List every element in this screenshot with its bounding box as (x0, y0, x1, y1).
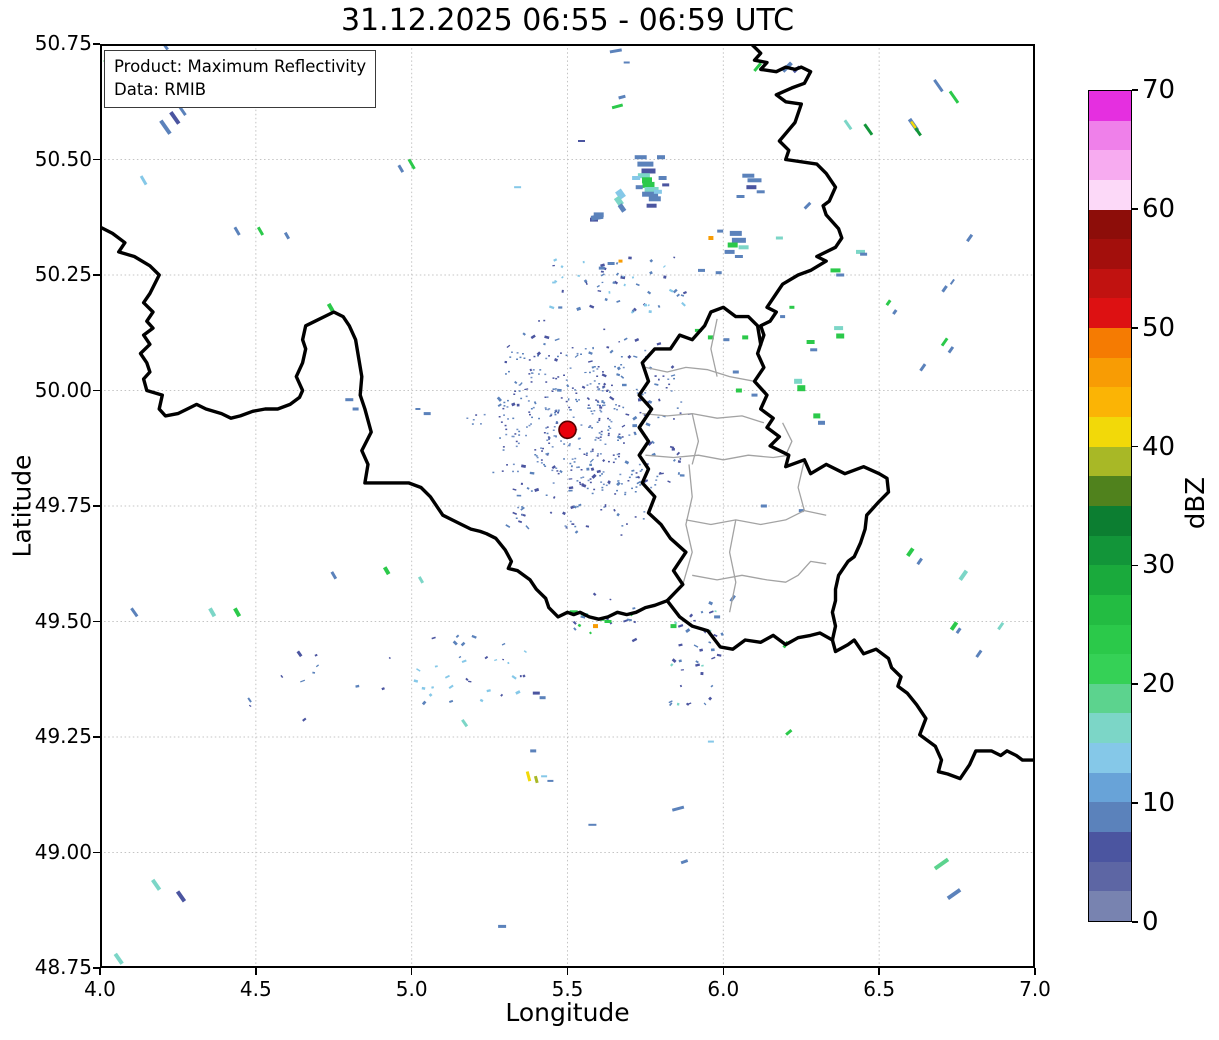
colorbar-title: dBZ (1181, 476, 1211, 530)
y-axis-tick-label: 49.50 (34, 608, 92, 633)
colorbar-tick (1132, 208, 1138, 210)
colorbar-segment (1089, 505, 1131, 536)
colorbar-tick (1132, 683, 1138, 686)
y-axis-tick (93, 736, 100, 738)
colorbar-tick (1132, 445, 1138, 448)
radar-map-canvas (100, 44, 1035, 968)
x-axis-tick (878, 968, 880, 975)
colorbar-segment (1089, 179, 1131, 210)
x-axis-tick-label: 5.0 (395, 977, 428, 1001)
x-axis-tick (410, 968, 413, 975)
colorbar-tick-label: 10 (1142, 788, 1176, 819)
x-axis-title: Longitude (505, 998, 630, 1027)
colorbar-segment (1089, 120, 1131, 151)
grid-lines (100, 44, 1035, 968)
colorbar-segment (1089, 535, 1131, 566)
colorbar-segment (1089, 713, 1131, 744)
colorbar-segment (1089, 417, 1131, 447)
colorbar-segment (1089, 239, 1131, 269)
colorbar-segment (1089, 802, 1131, 833)
colorbar-segment (1089, 446, 1131, 477)
y-axis-tick-label: 50.00 (34, 377, 92, 402)
y-axis-tick-label: 49.75 (34, 493, 92, 517)
reflectivity-echoes (103, 44, 1005, 965)
colorbar-segment (1089, 654, 1131, 684)
colorbar-segment (1089, 772, 1131, 803)
colorbar-segment (1089, 565, 1131, 595)
product-info-box: Product: Maximum Reflectivity Data: RMIB (104, 50, 377, 108)
colorbar-tick (1132, 564, 1138, 567)
y-axis-tick (93, 274, 100, 276)
y-axis-tick (93, 620, 100, 623)
data-source-label: Data: RMIB (114, 80, 207, 100)
y-axis-tick (93, 505, 100, 507)
colorbar-tick (1132, 921, 1138, 923)
colorbar-tick (1132, 326, 1138, 329)
colorbar-segment (1089, 357, 1131, 388)
y-axis-tick-label: 50.75 (34, 31, 92, 55)
colorbar-segment (1089, 328, 1131, 358)
x-axis-tick-label: 4.0 (84, 977, 116, 1001)
colorbar-segment (1089, 861, 1131, 892)
y-axis-tick-label: 49.00 (34, 839, 92, 864)
colorbar-segment (1089, 268, 1131, 299)
x-axis-tick-label: 7.0 (1019, 977, 1051, 1001)
y-axis-tick-label: 50.25 (34, 262, 92, 286)
y-axis-tick-label: 50.50 (34, 146, 92, 171)
x-axis-tick-label: 4.5 (239, 977, 272, 1001)
colorbar-segment (1089, 832, 1131, 862)
colorbar-segment (1089, 683, 1131, 714)
y-axis-tick (93, 389, 100, 392)
radar-site-marker (558, 420, 577, 440)
colorbar-segment (1089, 387, 1131, 418)
y-axis-tick-label: 48.75 (34, 955, 92, 979)
colorbar-segment (1089, 476, 1131, 506)
colorbar-segment (1089, 624, 1131, 655)
figure-title: 31.12.2025 06:55 - 06:59 UTC (340, 3, 795, 38)
colorbar (1088, 90, 1132, 922)
colorbar-segment (1089, 594, 1131, 625)
colorbar-segment (1089, 743, 1131, 773)
x-axis-tick-label: 6.5 (863, 977, 896, 1001)
colorbar-segment (1089, 150, 1131, 180)
colorbar-segment (1089, 91, 1131, 121)
colorbar-tick-label: 50 (1142, 312, 1176, 343)
map-plot-area: Product: Maximum Reflectivity Data: RMIB (100, 44, 1035, 968)
x-axis-tick-label: 6.0 (707, 977, 740, 1001)
canton-borders (642, 318, 827, 613)
product-label: Product: Maximum Reflectivity (114, 57, 367, 76)
x-axis-tick (722, 968, 725, 975)
colorbar-tick-label: 70 (1142, 75, 1176, 105)
y-axis-tick (93, 851, 100, 854)
speckle-fields (248, 256, 742, 722)
radar-figure-page: { "info_box": { "line1": "Product: Maxim… (0, 0, 1219, 1040)
x-axis-tick-label: 5.5 (551, 977, 584, 1001)
colorbar-tick-label: 60 (1142, 193, 1176, 224)
colorbar-tick-label: 20 (1142, 669, 1176, 700)
y-axis-tick (93, 967, 100, 969)
y-axis-tick-label: 49.25 (34, 724, 92, 748)
x-axis-tick (99, 968, 101, 975)
x-axis-tick (255, 968, 257, 975)
y-axis-tick (93, 43, 100, 45)
colorbar-segment (1089, 891, 1131, 921)
y-axis-tick (93, 158, 100, 161)
colorbar-tick-label: 40 (1142, 431, 1176, 462)
colorbar-segment (1089, 209, 1131, 240)
colorbar-segment (1089, 298, 1131, 329)
x-axis-tick (1034, 968, 1036, 975)
x-axis-tick (566, 968, 569, 975)
colorbar-tick-label: 30 (1142, 550, 1176, 581)
colorbar-tick (1132, 89, 1138, 91)
colorbar-tick (1132, 802, 1138, 804)
colorbar-tick-label: 0 (1142, 907, 1159, 937)
